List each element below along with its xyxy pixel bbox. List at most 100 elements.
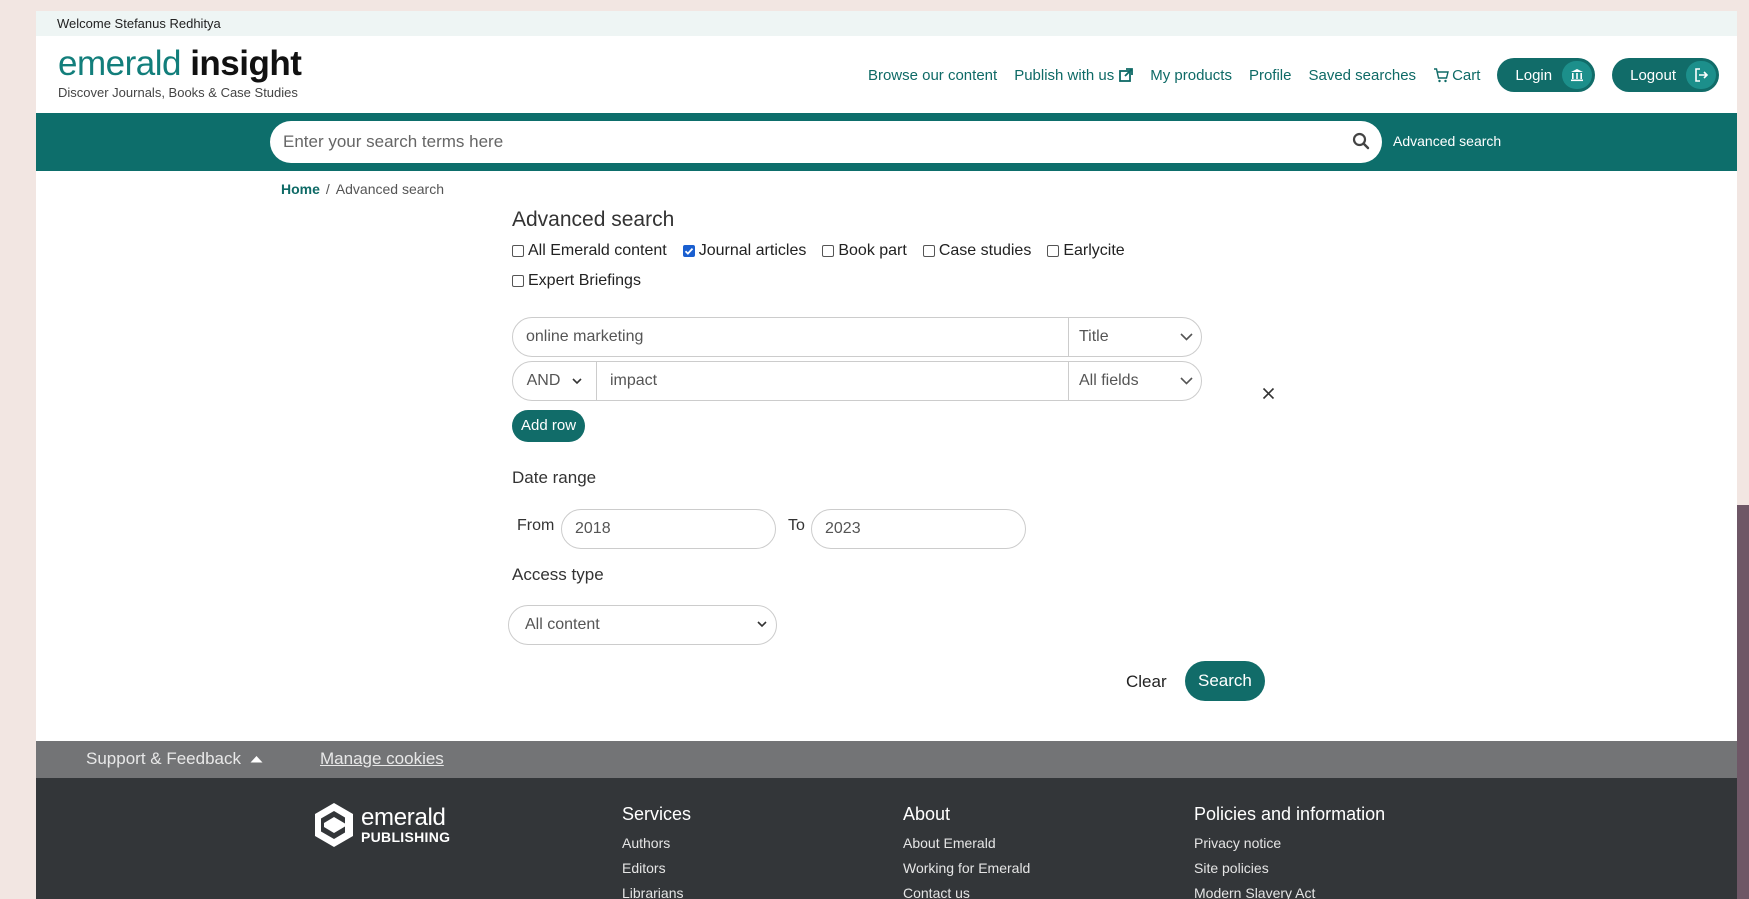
checkbox-box[interactable] <box>922 245 935 257</box>
browser-page: Welcome Stefanus Redhitya emerald insigh… <box>36 11 1737 899</box>
site-search-box <box>270 121 1382 163</box>
nav-browse-link[interactable]: Browse our content <box>868 67 997 84</box>
footer-link-contact-us[interactable]: Contact us <box>903 881 1030 899</box>
checkbox-earlycite[interactable]: Earlycite <box>1047 242 1125 260</box>
checkbox-box-checked[interactable] <box>682 245 695 257</box>
top-navigation: Browse our content Publish with us My pr… <box>851 58 1719 92</box>
footer-link-working-for-emerald[interactable]: Working for Emerald <box>903 856 1030 881</box>
query-field-select[interactable]: Title <box>1068 318 1201 356</box>
emerald-insight-logo[interactable]: emerald insight Discover Journals, Books… <box>58 44 302 101</box>
clear-button[interactable]: Clear <box>1126 672 1167 692</box>
welcome-text: Welcome Stefanus Redhitya <box>57 16 221 31</box>
date-from-input[interactable]: 2018 <box>561 509 776 549</box>
checkbox-book-part[interactable]: Book part <box>822 242 907 260</box>
date-range-label: Date range <box>512 468 597 487</box>
nav-saved-searches-link[interactable]: Saved searches <box>1308 67 1416 84</box>
nav-products-link[interactable]: My products <box>1150 67 1232 84</box>
login-button[interactable]: Login <box>1497 58 1596 92</box>
add-row-button[interactable]: Add row <box>512 410 586 442</box>
checkbox-box[interactable] <box>822 245 835 257</box>
checkbox-label: Journal articles <box>698 242 807 259</box>
nav-cart-link[interactable]: Cart <box>1433 67 1480 84</box>
checkbox-case-studies[interactable]: Case studies <box>922 242 1031 260</box>
caret-up-icon <box>250 756 263 763</box>
support-feedback-toggle[interactable]: Support & Feedback <box>86 749 263 769</box>
search-button[interactable]: Search <box>1185 661 1265 701</box>
external-link-icon <box>1119 68 1134 82</box>
footer-policies-heading: Policies and information <box>1194 804 1386 824</box>
date-to-input[interactable]: 2023 <box>811 509 1026 549</box>
emerald-logo-icon <box>315 803 353 847</box>
query-term-input[interactable]: impact <box>597 362 1068 400</box>
nav-products-label: My products <box>1150 66 1232 84</box>
checkbox-box[interactable] <box>1047 245 1060 257</box>
remove-row-close-icon[interactable] <box>1262 383 1275 406</box>
content-type-row-2: Expert Briefings <box>512 272 1312 290</box>
nav-browse-label: Browse our content <box>867 66 998 84</box>
nav-cart-label: Cart <box>1452 66 1481 84</box>
footer-link-site-policies[interactable]: Site policies <box>1194 856 1385 881</box>
footer-about-column: About About Emerald Working for Emerald … <box>903 804 1030 899</box>
footer-about-heading: About <box>903 804 951 824</box>
logo-word-emerald: emerald <box>58 44 181 83</box>
breadcrumb-current: Advanced search <box>335 181 444 197</box>
footer-services-heading: Services <box>622 804 692 824</box>
institution-icon <box>1562 61 1593 89</box>
site-header: emerald insight Discover Journals, Books… <box>36 36 1737 113</box>
footer-link-about-emerald[interactable]: About Emerald <box>903 831 1030 856</box>
footer-logo-word-emerald: emerald <box>361 804 446 831</box>
access-type-label: Access type <box>512 565 604 584</box>
logout-label: Logout <box>1630 66 1676 84</box>
checkbox-journal-articles[interactable]: Journal articles <box>682 242 807 260</box>
welcome-bar: Welcome Stefanus Redhitya <box>36 11 1737 36</box>
logo-tagline: Discover Journals, Books & Case Studies <box>58 85 298 100</box>
chevron-down-icon <box>1180 333 1193 341</box>
boolean-operator-select[interactable]: AND <box>513 362 597 400</box>
checkmark-icon <box>684 247 693 255</box>
breadcrumb-home-link[interactable]: Home <box>281 181 320 197</box>
access-type-value: All content <box>525 616 600 633</box>
checkbox-box[interactable] <box>512 245 524 257</box>
chevron-down-icon <box>757 621 767 628</box>
search-band: Advanced search <box>36 113 1737 171</box>
footer-link-librarians[interactable]: Librarians <box>622 881 691 899</box>
footer-link-editors[interactable]: Editors <box>622 856 691 881</box>
support-feedback-label: Support & Feedback <box>86 749 241 768</box>
site-search-input[interactable] <box>283 132 1323 152</box>
logout-button[interactable]: Logout <box>1612 58 1719 92</box>
logo-word-insight: insight <box>190 44 302 83</box>
nav-profile-link[interactable]: Profile <box>1249 67 1292 84</box>
site-footer: emerald PUBLISHING Services Authors Edit… <box>36 778 1737 899</box>
footer-services-column: Services Authors Editors Librarians <box>622 804 691 899</box>
checkbox-label: Earlycite <box>1063 242 1125 259</box>
advanced-search-link[interactable]: Advanced search <box>1393 133 1501 149</box>
footer-policies-column: Policies and information Privacy notice … <box>1194 804 1385 899</box>
query-field-value: All fields <box>1079 372 1139 389</box>
nav-saved-label: Saved searches <box>1308 66 1417 84</box>
checkbox-all-emerald-content[interactable]: All Emerald content <box>512 242 667 260</box>
footer-link-authors[interactable]: Authors <box>622 831 691 856</box>
checkbox-box[interactable] <box>512 275 524 287</box>
access-type-select[interactable]: All content <box>508 605 777 645</box>
nav-publish-link[interactable]: Publish with us <box>1014 66 1134 84</box>
footer-logo-word-publishing: PUBLISHING <box>361 829 451 845</box>
search-icon[interactable] <box>1352 132 1370 155</box>
breadcrumb-separator: / <box>325 181 330 197</box>
background-decoration <box>1737 505 1749 899</box>
manage-cookies-link[interactable]: Manage cookies <box>320 749 444 769</box>
cart-icon <box>1434 67 1449 82</box>
breadcrumb: Home / Advanced search <box>281 181 444 197</box>
query-field-select[interactable]: All fields <box>1068 362 1201 400</box>
footer-link-privacy-notice[interactable]: Privacy notice <box>1194 831 1385 856</box>
date-from-label: From <box>517 517 555 534</box>
query-row-2: AND impact All fields <box>512 361 1202 401</box>
checkbox-expert-briefings[interactable]: Expert Briefings <box>512 272 641 290</box>
footer-link-modern-slavery-act[interactable]: Modern Slavery Act <box>1194 881 1385 899</box>
sign-out-icon <box>1686 61 1716 89</box>
emerald-publishing-logo[interactable]: emerald PUBLISHING <box>313 802 450 848</box>
checkbox-label: All Emerald content <box>528 242 667 259</box>
nav-publish-label: Publish with us <box>1014 66 1115 84</box>
checkbox-label: Expert Briefings <box>528 272 641 289</box>
boolean-operator-value: AND <box>526 372 561 389</box>
query-term-input[interactable]: online marketing <box>513 318 1068 356</box>
